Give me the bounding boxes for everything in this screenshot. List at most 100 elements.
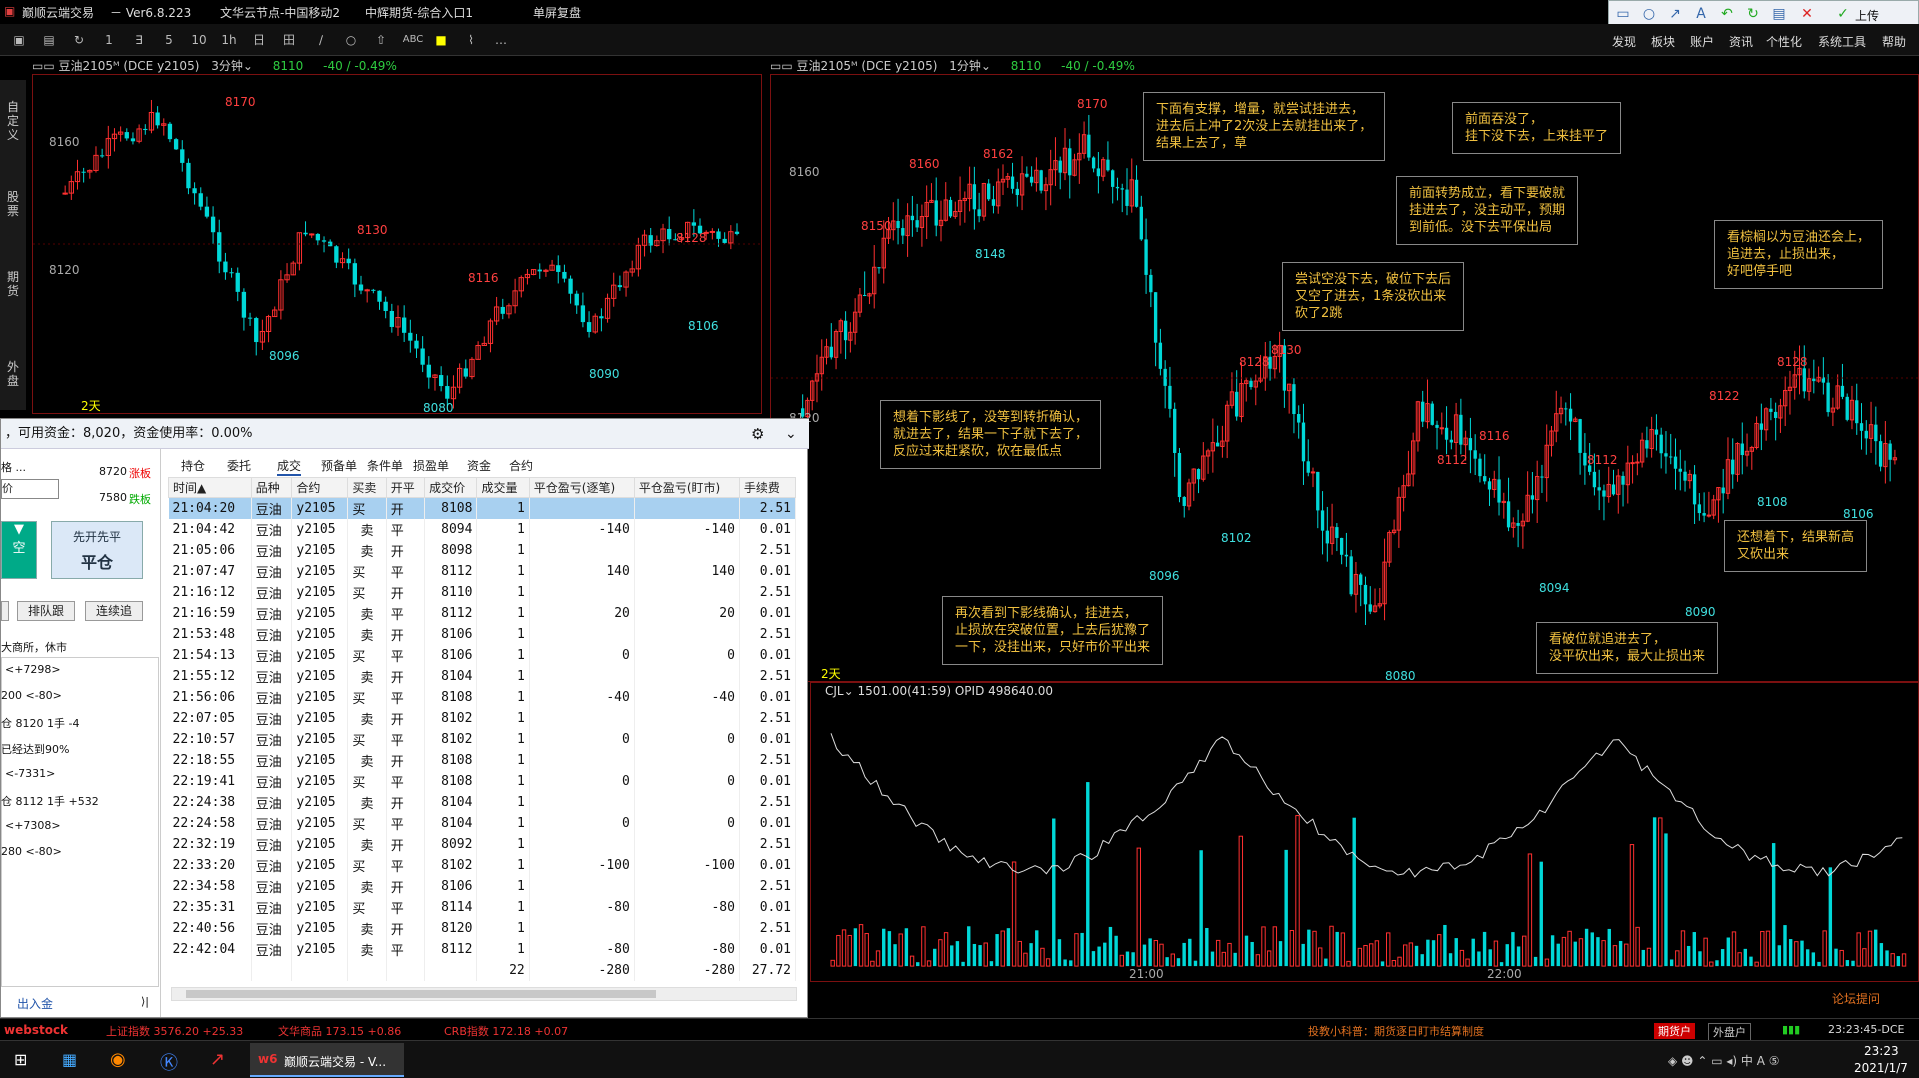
symbol-field[interactable]: 格 ... xyxy=(1,459,26,475)
table-row[interactable]: 22:42:04 豆油 y2105 卖平 8112 1 -80 -80 0.01 xyxy=(168,938,797,960)
tab-contracts[interactable]: 合约 xyxy=(509,457,533,474)
expand-icon[interactable]: ⟩| xyxy=(141,995,149,1008)
table-row[interactable]: 21:16:12 豆油 y2105 买开 8110 1 2.51 xyxy=(168,581,797,603)
text-icon[interactable]: A xyxy=(1691,5,1711,23)
period-day-button[interactable]: 日 xyxy=(250,32,268,48)
arrow-tool-icon[interactable]: ⇧ xyxy=(372,32,390,48)
horizontal-scrollbar[interactable] xyxy=(171,987,797,1001)
tab-orders[interactable]: 委托 xyxy=(227,457,251,474)
arrow-icon[interactable]: ↗ xyxy=(1665,5,1685,23)
tray-icons[interactable]: ◈ ☻ ⌃ ▭ ◂) 中 A ⑤ xyxy=(1668,1052,1780,1069)
text-tool-icon[interactable]: ABC xyxy=(400,32,426,48)
annotation-note[interactable]: 还想着下，结果新高 又砍出来 xyxy=(1724,520,1868,572)
color-tool-icon[interactable]: ■ xyxy=(432,32,450,48)
windows-start-icon[interactable]: ⊞ xyxy=(14,1050,27,1069)
table-row[interactable]: 22:34:58 豆油 y2105 卖开 8106 1 2.51 xyxy=(168,875,797,897)
tab-positions[interactable]: 持仓 xyxy=(181,457,205,474)
annotation-note[interactable]: 想着下影线了，没等到转折确认， 就进去了，结果一下子就下去了， 反应过来赶紧砍，… xyxy=(880,400,1102,469)
right-candlestick-chart[interactable]: 8160 8120 8170 8162 8160 8150 8148 8130 … xyxy=(770,74,1919,683)
table-row[interactable]: 21:05:06 豆油 y2105 卖开 8098 1 2.51 xyxy=(168,539,797,561)
table-row[interactable]: 22:19:41 豆油 y2105 买平 8108 1 0 0 0.01 xyxy=(168,770,797,792)
small-button[interactable] xyxy=(1,601,9,621)
tab-stop-profit[interactable]: 损盈单 xyxy=(413,457,449,474)
table-row[interactable]: 22:35:31 豆油 y2105 买平 8114 1 -80 -80 0.01 xyxy=(168,896,797,918)
table-row[interactable]: 22:32:19 豆油 y2105 卖开 8092 1 2.51 xyxy=(168,833,797,855)
table-row[interactable]: 21:16:59 豆油 y2105 卖平 8112 1 20 20 0.01 xyxy=(168,602,797,624)
taskbar-date[interactable]: 2021/1/7 xyxy=(1854,1061,1908,1075)
taskbar-clock[interactable]: 23:23 xyxy=(1864,1044,1899,1058)
rectangle-icon[interactable]: ▭ xyxy=(1613,5,1633,23)
table-row[interactable]: 22:24:38 豆油 y2105 卖开 8104 1 2.51 xyxy=(168,791,797,813)
line-tool-icon[interactable]: ∕ xyxy=(312,32,330,48)
check-icon[interactable]: ✓ xyxy=(1833,5,1853,23)
buy-button[interactable]: ▼ 空 xyxy=(1,521,37,579)
table-row[interactable]: 21:54:13 豆油 y2105 买平 8106 1 0 0 0.01 xyxy=(168,644,797,666)
menu-personalize[interactable]: 个性化 xyxy=(1766,33,1802,50)
column-header[interactable]: 合约 xyxy=(291,477,349,498)
column-header[interactable]: 开平 xyxy=(385,477,426,498)
index-crb[interactable]: CRB指数 172.18 +0.07 xyxy=(444,1023,568,1039)
menu-discover[interactable]: 发现 xyxy=(1612,33,1636,50)
volume-chart[interactable]: CJL⌄ 1501.00(41:59) OPID 498640.00 21:00… xyxy=(810,682,1919,982)
left-chart-period[interactable]: 3分钟⌄ xyxy=(211,59,253,73)
chrome-icon[interactable]: ◉ xyxy=(110,1049,126,1070)
left-candlestick-chart[interactable]: 8160 8120 8170 8130 8128 8116 8106 8096 … xyxy=(32,74,762,415)
menu-system-tools[interactable]: 系统工具 xyxy=(1818,33,1866,50)
forum-link[interactable]: 论坛提问 xyxy=(1832,990,1880,1007)
column-header[interactable]: 品种 xyxy=(250,477,293,498)
right-chart-period[interactable]: 1分钟⌄ xyxy=(949,59,991,73)
tab-prepared[interactable]: 预备单 xyxy=(321,457,357,474)
column-header[interactable]: 时间▲ xyxy=(168,477,252,498)
annotation-note[interactable]: 前面吞没了， 挂下没下去，上来挂平了 xyxy=(1452,102,1622,154)
futures-account-button[interactable]: 期货户 xyxy=(1654,1023,1695,1039)
more-icon[interactable]: … xyxy=(492,32,510,48)
right-chart-symbol[interactable]: ▭▭ 豆油2105ᴹ (DCE y2105) xyxy=(770,59,937,73)
foreign-account-button[interactable]: 外盘户 xyxy=(1708,1023,1751,1041)
scrollbar-thumb[interactable] xyxy=(186,990,656,998)
taskbar-active-app[interactable]: w6 巅顺云端交易 - V... xyxy=(250,1043,404,1077)
table-row[interactable]: 21:56:06 豆油 y2105 买平 8108 1 -40 -40 0.01 xyxy=(168,686,797,708)
period-hour-button[interactable]: 1h xyxy=(220,32,238,48)
table-row[interactable]: 22:10:57 豆油 y2105 买平 8102 1 0 0 0.01 xyxy=(168,728,797,750)
menu-news[interactable]: 资讯 xyxy=(1729,33,1753,50)
column-header[interactable]: 成交价 xyxy=(424,477,478,498)
server-node[interactable]: 文华云节点-中国移动2 xyxy=(220,4,340,21)
table-row[interactable]: 22:18:55 豆油 y2105 卖开 8108 1 2.51 xyxy=(168,749,797,771)
table-row[interactable]: 22:24:58 豆油 y2105 买平 8104 1 0 0 0.01 xyxy=(168,812,797,834)
annotation-note[interactable]: 前面转势成立，看下要破就 挂进去了，没主动平，预期 到前低。没下去平保出局 xyxy=(1396,176,1579,245)
redo-icon[interactable]: ↻ xyxy=(1743,5,1763,23)
column-header[interactable]: 平仓盈亏(盯市) xyxy=(633,477,740,498)
table-row[interactable]: 21:04:42 豆油 y2105 卖平 8094 1 -140 -140 0.01 xyxy=(168,518,797,540)
trading-app-icon[interactable]: ↗ xyxy=(210,1049,225,1070)
tab-funds[interactable]: 资金 xyxy=(467,457,491,474)
column-header[interactable]: 成交量 xyxy=(476,477,530,498)
tab-conditional[interactable]: 条件单 xyxy=(367,457,403,474)
left-chart-symbol[interactable]: ▭▭ 豆油2105ᴹ (DCE y2105) xyxy=(32,59,199,73)
table-row[interactable]: 21:55:12 豆油 y2105 卖开 8104 1 2.51 xyxy=(168,665,797,687)
index-shanghai[interactable]: 上证指数 3576.20 +25.33 xyxy=(106,1023,243,1039)
gear-icon[interactable]: ⚙ xyxy=(751,419,764,449)
index-wenhua[interactable]: 文华商品 173.15 +0.86 xyxy=(278,1023,401,1039)
side-tab-futures[interactable]: 期货 xyxy=(4,270,22,298)
edu-tip[interactable]: 投教小科普：期货逐日盯市结算制度 xyxy=(1308,1023,1484,1039)
side-tab-stock[interactable]: 股票 xyxy=(4,190,22,218)
volume-header[interactable]: CJL⌄ 1501.00(41:59) OPID 498640.00 xyxy=(825,684,1053,698)
column-header[interactable]: 平仓盈亏(逐笔) xyxy=(528,477,635,498)
collapse-icon[interactable]: ⌄ xyxy=(785,419,797,449)
close-position-button[interactable]: 先开先平 平仓 xyxy=(51,521,143,579)
queue-follow-button[interactable]: 排队跟 xyxy=(17,601,75,621)
close-icon[interactable]: ✕ xyxy=(1797,5,1817,23)
annotation-note[interactable]: 下面有支撑，增量，就尝试挂进去， 进去后上冲了2次没上去就挂出来了， 结果上去了… xyxy=(1143,92,1386,161)
column-header[interactable]: 手续费 xyxy=(738,477,797,498)
pen-tool-icon[interactable]: ⌇ xyxy=(462,32,480,48)
price-input[interactable]: 价 xyxy=(1,479,59,499)
annotation-note[interactable]: 看破位就追进去了， 没平砍出来，最大止损出来 xyxy=(1536,622,1719,674)
app-k-icon[interactable]: Ⓚ xyxy=(160,1049,178,1075)
annotation-note[interactable]: 看棕榈以为豆油还会上， 追进去，止损出来， 好吧停手吧 xyxy=(1714,220,1884,289)
menu-help[interactable]: 帮助 xyxy=(1882,33,1906,50)
table-row[interactable]: 21:04:20 豆油 y2105 买开 8108 1 2.51 xyxy=(168,497,797,519)
table-row[interactable]: 22 -280 -280 27.72 xyxy=(168,959,797,981)
refresh-icon[interactable]: ↻ xyxy=(70,32,88,48)
menu-account[interactable]: 账户 xyxy=(1690,33,1714,50)
layout-icon[interactable]: ▣ xyxy=(10,32,28,48)
